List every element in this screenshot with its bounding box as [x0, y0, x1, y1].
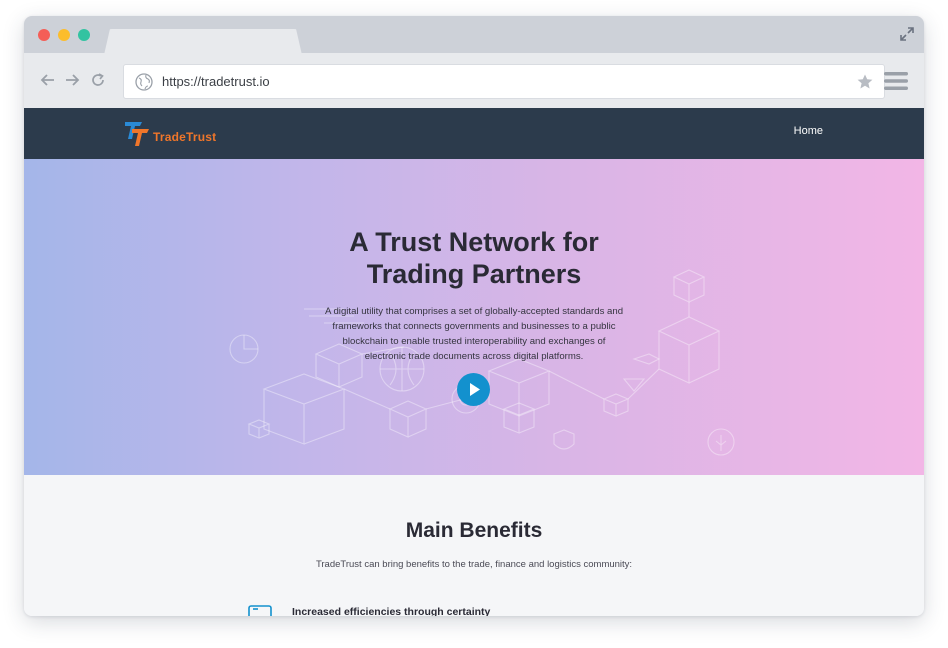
hero-title-line2: Trading Partners: [366, 259, 582, 289]
minimize-window-button[interactable]: [58, 29, 70, 41]
nav-home-link[interactable]: Home: [794, 125, 823, 137]
hero-description: A digital utility that comprises a set o…: [324, 306, 624, 362]
back-arrow-icon[interactable]: [40, 72, 56, 88]
tab-bar: [24, 16, 924, 55]
forward-arrow-icon[interactable]: [64, 72, 80, 88]
play-icon: [470, 383, 480, 396]
play-video-button[interactable]: [457, 373, 490, 406]
network-illustration: [229, 269, 735, 456]
address-bar[interactable]: https://tradetrust.io: [123, 64, 885, 99]
document-icon: [248, 605, 272, 616]
expand-icon[interactable]: [900, 27, 914, 41]
browser-tab[interactable]: [104, 29, 302, 55]
maximize-window-button[interactable]: [78, 29, 90, 41]
benefits-section: Main Benefits TradeTrust can bring benef…: [24, 475, 924, 616]
browser-toolbar: https://tradetrust.io: [24, 53, 924, 108]
close-window-button[interactable]: [38, 29, 50, 41]
benefits-subtitle: TradeTrust can bring benefits to the tra…: [315, 559, 633, 570]
hero-title-line1: A Trust Network for: [349, 227, 599, 257]
globe-icon: [135, 73, 153, 91]
logo-text: TradeTrust: [153, 130, 217, 144]
tradetrust-logo[interactable]: TradeTrust: [124, 118, 224, 148]
tt-logo-icon: [125, 122, 149, 146]
reload-icon[interactable]: [90, 72, 106, 88]
browser-window: https://tradetrust.io TradeTrust Home A …: [24, 16, 924, 616]
site-navbar: TradeTrust Home: [24, 108, 924, 159]
hero-section: A Trust Network for Trading Partners A d…: [24, 159, 924, 475]
hero-title: A Trust Network for Trading Partners: [274, 226, 674, 290]
benefit-item-label: Increased efficiencies through certainty: [292, 606, 491, 616]
url-text[interactable]: https://tradetrust.io: [162, 74, 270, 89]
star-icon[interactable]: [856, 73, 874, 91]
menu-icon[interactable]: [884, 71, 908, 91]
benefits-title: Main Benefits: [405, 519, 543, 542]
